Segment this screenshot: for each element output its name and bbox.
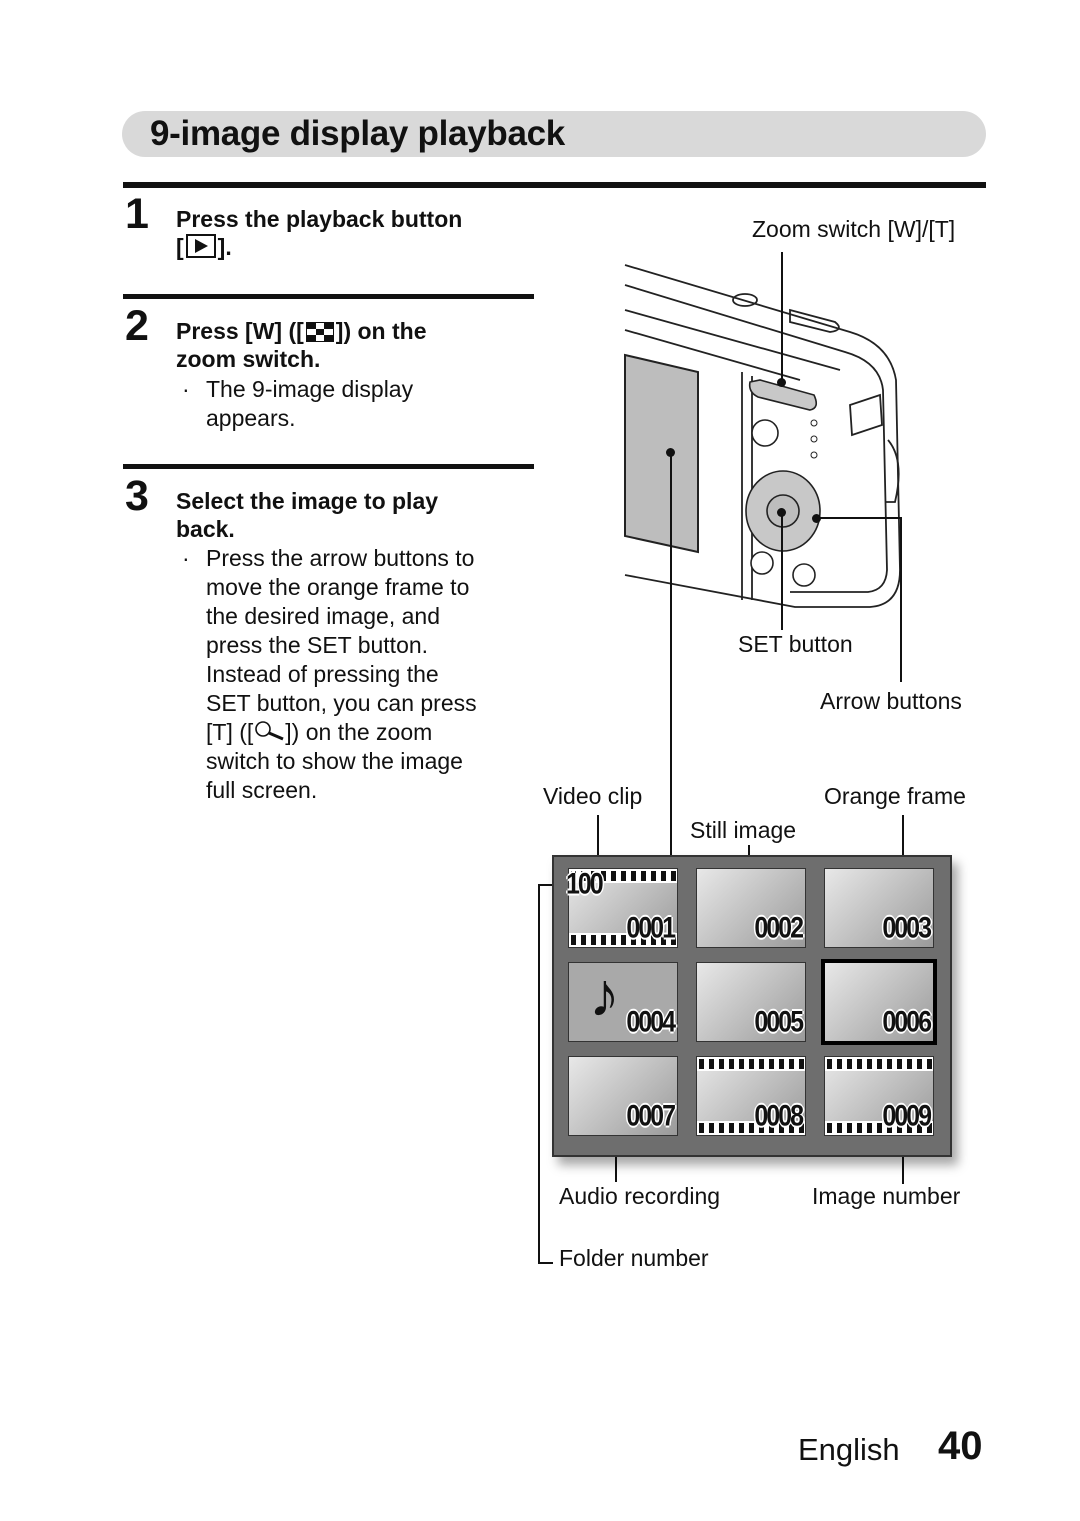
thumbnail-0003[interactable]: 0003 [824,868,934,948]
step-number: 2 [125,302,149,350]
image-number: 0003 [882,911,932,945]
page-number: 40 [938,1424,983,1468]
label-still-image: Still image [690,817,797,843]
camera-illustration [624,264,901,608]
bullet: · [182,376,190,402]
step-heading-line: Select the image to play [176,488,439,514]
footer-language: English [798,1432,900,1467]
image-number: 0002 [754,911,804,945]
label-audio-recording: Audio recording [559,1183,721,1209]
thumbnail-0009[interactable]: 0009 [824,1056,934,1136]
image-number: 0001 [626,911,676,945]
step-heading: Select the image to play back. [176,487,438,543]
folder-number: 100 [566,867,604,901]
step-heading: Press the playback button []. [176,205,462,261]
image-number: 0007 [626,1099,676,1133]
step-number: 1 [125,190,149,238]
label-video-clip: Video clip [543,783,643,809]
step-heading-line: back. [176,516,235,542]
film-strip-icon [697,1057,805,1071]
thumbnail-0007[interactable]: 0007 [568,1056,678,1136]
image-number: 0008 [754,1099,804,1133]
thumbnail-0008[interactable]: 0008 [696,1056,806,1136]
thumbnail-0002[interactable]: 0002 [696,868,806,948]
step-heading-line: Press [W] ([]) on the [176,318,427,344]
step-divider [123,464,534,469]
section-divider [123,182,986,188]
label-zoom-switch: Zoom switch [W]/[T] [752,216,956,242]
label-image-number: Image number [812,1183,961,1209]
label-folder-number: Folder number [559,1245,709,1271]
image-number: 0006 [882,1005,932,1039]
image-number: 0004 [626,1005,676,1039]
nine-grid-icon [305,322,334,342]
thumbnail-0004[interactable]: ♪ 0004 [568,962,678,1042]
lcd-screen [624,353,699,554]
bullet: · [182,545,190,571]
step-heading-line: zoom switch. [176,346,321,372]
step-body: · The 9-image display appears. [182,376,414,431]
thumbnail-0005[interactable]: 0005 [696,962,806,1042]
play-icon [185,234,216,258]
image-number: 0005 [754,1005,804,1039]
magnify-icon [253,720,285,742]
step-heading-line: Press the playback button [176,206,463,232]
step-heading-line: []. [176,234,232,260]
label-orange-frame: Orange frame [824,783,966,809]
film-strip-icon [825,1057,933,1071]
step-number: 3 [125,472,149,520]
label-arrow-buttons: Arrow buttons [820,688,962,714]
label-set-button: SET button [738,631,853,657]
music-note-icon: ♪ [589,961,620,1030]
step-body: · Press the arrow buttons to move the or… [182,545,477,803]
step-divider [123,294,534,299]
thumbnail-0006[interactable]: 0006 [821,959,937,1045]
page-title: 9-image display playback [150,114,565,153]
step-heading: Press [W] ([]) on the zoom switch. [176,317,427,373]
image-number: 0009 [882,1099,932,1133]
